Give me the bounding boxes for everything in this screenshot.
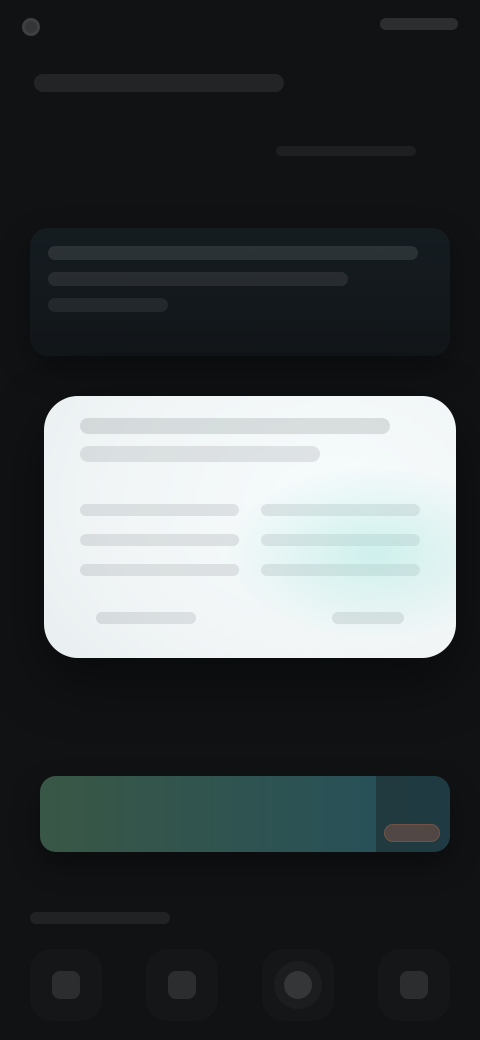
- status-right: [380, 18, 458, 30]
- message-line-1: [48, 246, 418, 260]
- card-title-line-1: [80, 418, 390, 434]
- card-field-3: [80, 534, 239, 546]
- circle-icon: [284, 971, 312, 999]
- card-body: [80, 504, 420, 576]
- status-badge: [384, 824, 440, 842]
- card-field-5: [80, 564, 239, 576]
- card-footer-left: [96, 612, 196, 624]
- card-field-1: [80, 504, 239, 516]
- card-field-6: [261, 564, 420, 576]
- home-icon: [52, 971, 80, 999]
- menu-icon: [400, 971, 428, 999]
- nav-item-list[interactable]: [146, 949, 218, 1021]
- page-subtitle: [276, 146, 416, 156]
- status-pill: [380, 18, 458, 30]
- message-line-2: [48, 272, 348, 286]
- section-label: [30, 912, 170, 924]
- status-dot-icon: [22, 18, 40, 36]
- bottom-nav: [0, 930, 480, 1040]
- card-field-2: [261, 504, 420, 516]
- nav-item-menu[interactable]: [378, 949, 450, 1021]
- card-title-line-2: [80, 446, 320, 462]
- nav-item-home[interactable]: [30, 949, 102, 1021]
- primary-action[interactable]: [40, 776, 450, 852]
- main-card[interactable]: [44, 396, 456, 658]
- card-header: [80, 418, 420, 462]
- message-block: [30, 228, 450, 356]
- page-title: [34, 74, 284, 92]
- progress-fill: [40, 776, 377, 852]
- list-icon: [168, 971, 196, 999]
- card-field-4: [261, 534, 420, 546]
- message-line-3: [48, 298, 168, 312]
- nav-item-circle[interactable]: [262, 949, 334, 1021]
- status-bar: [0, 0, 480, 56]
- card-footer-right: [332, 612, 404, 624]
- card-footer: [96, 612, 404, 624]
